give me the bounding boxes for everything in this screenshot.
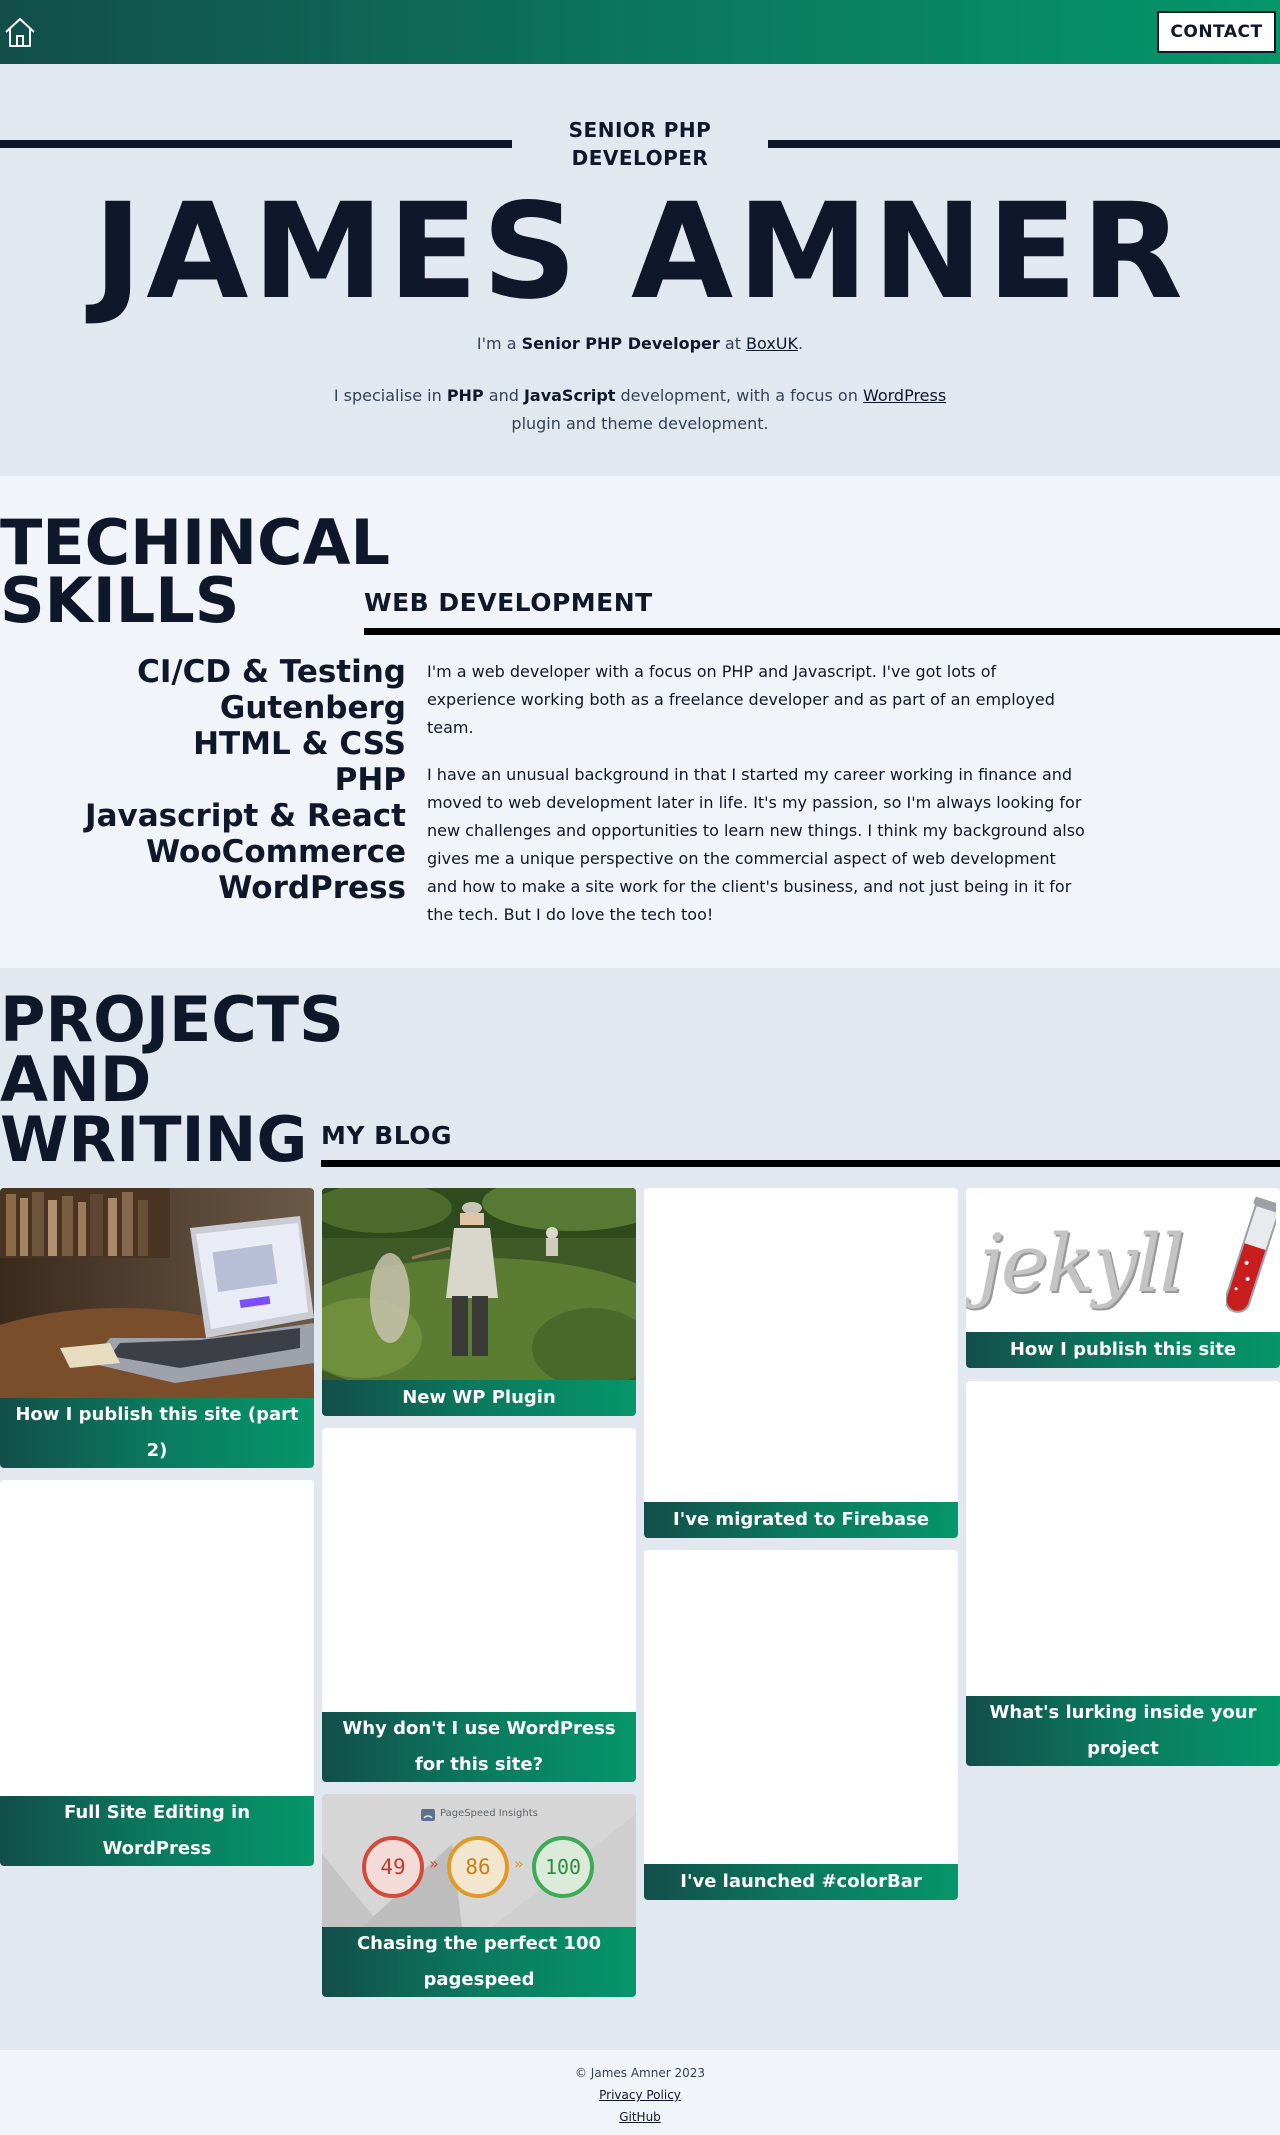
- spec-text: and: [483, 386, 524, 405]
- spec-php: PHP: [446, 386, 484, 405]
- pagespeed-logo-icon: [421, 1809, 435, 1821]
- pagespeed-image: PageSpeed Insights 49 » 86 » 100: [322, 1794, 636, 1927]
- blog-card-title: How I publish this site: [966, 1332, 1280, 1368]
- description-paragraph: I'm a web developer with a focus on PHP …: [427, 662, 1055, 737]
- bug-catcher-photo: [322, 1188, 636, 1382]
- copyright: © James Amner 2023: [574, 2066, 706, 2080]
- intro-text: at: [719, 334, 747, 353]
- hero-divider-left: [0, 140, 512, 148]
- privacy-policy-link[interactable]: Privacy Policy: [0, 2088, 1280, 2102]
- blog-card[interactable]: How I publish this site (part 2): [0, 1188, 314, 1468]
- jekyll-logo-text: jekyll: [978, 1217, 1185, 1310]
- blog-card-title: Chasing the perfect 100 pagespeed: [322, 1927, 636, 1997]
- skill-item: Javascript & React: [85, 798, 406, 834]
- intro-text: .: [798, 334, 804, 353]
- spec-js: JavaScript: [523, 386, 616, 405]
- web-development-divider: [364, 628, 1280, 635]
- blog-card-title: I've launched #colorBar: [644, 1864, 958, 1900]
- blog-card[interactable]: I've launched #colorBar: [644, 1550, 958, 1900]
- skill-item: Gutenberg: [219, 690, 406, 726]
- projects-title-line: AND: [0, 1043, 152, 1116]
- pagespeed-brand: PageSpeed Insights: [440, 1808, 538, 1819]
- projects-title: PROJECTS AND WRITING: [0, 983, 344, 1176]
- projects-title-line: WRITING: [0, 1103, 308, 1176]
- blog-card[interactable]: Full Site Editing in WordPress: [0, 1480, 314, 1866]
- top-navigation-bar: CONTACT: [0, 0, 1280, 64]
- spec-text: I specialise in: [333, 386, 447, 405]
- blog-card-title: New WP Plugin: [322, 1380, 636, 1416]
- hero-name: JAMES AMNER: [93, 175, 1187, 329]
- projects-section: PROJECTS AND WRITING MY BLOG How I publi…: [0, 968, 1280, 2050]
- skill-list: CI/CD & Testing Gutenberg HTML & CSS PHP…: [85, 654, 406, 906]
- web-development-description: I'm a web developer with a focus on PHP …: [427, 658, 1087, 948]
- blog-card-title: How I publish this site (part 2): [0, 1398, 314, 1468]
- blog-card-title: Full Site Editing in WordPress: [0, 1796, 314, 1866]
- score-average-value: 86: [465, 1855, 491, 1879]
- my-blog-divider: [321, 1160, 1280, 1167]
- blog-card[interactable]: jekyll How I publish this site: [966, 1188, 1280, 1368]
- score-poor-value: 49: [380, 1855, 406, 1879]
- skill-item: CI/CD & Testing: [137, 654, 406, 690]
- skill-item: WooCommerce: [145, 834, 406, 870]
- hero-specialism: I specialise in PHP and JavaScript devel…: [320, 382, 960, 438]
- home-button[interactable]: [2, 14, 38, 50]
- skill-item: WordPress: [218, 870, 406, 906]
- score-arrow-icon: »: [514, 1854, 524, 1873]
- hero-divider-right: [768, 140, 1280, 148]
- contact-button[interactable]: CONTACT: [1157, 11, 1276, 53]
- blog-card[interactable]: I've migrated to Firebase: [644, 1188, 958, 1538]
- github-link[interactable]: GitHub: [0, 2110, 1280, 2124]
- technical-skills-section: TECHINCAL SKILLS WEB DEVELOPMENT CI/CD &…: [0, 476, 1280, 968]
- score-good-value: 100: [544, 1855, 582, 1879]
- footer: © James Amner 2023 Privacy Policy GitHub: [0, 2050, 1280, 2135]
- skills-title-line: SKILLS: [0, 564, 240, 637]
- test-tube-icon: [1226, 1196, 1276, 1313]
- projects-title-line: PROJECTS: [0, 983, 344, 1056]
- blog-card[interactable]: New WP Plugin: [322, 1188, 636, 1416]
- laptop-photo: [0, 1188, 314, 1398]
- hero-section: SENIOR PHP DEVELOPER JAMES AMNER I'm a S…: [0, 64, 1280, 476]
- blog-card[interactable]: What's lurking inside your project: [966, 1381, 1280, 1766]
- score-poor: 49: [362, 1836, 424, 1898]
- score-good: 100: [532, 1836, 594, 1898]
- blog-card[interactable]: Why don't I use WordPress for this site?: [322, 1428, 636, 1782]
- skill-item: HTML & CSS: [193, 726, 406, 762]
- blog-card-title: Why don't I use WordPress for this site?: [322, 1712, 636, 1782]
- jekyll-image: jekyll: [966, 1188, 1280, 1332]
- hero-intro: I'm a Senior PHP Developer at BoxUK.: [0, 334, 1280, 353]
- web-development-heading: WEB DEVELOPMENT: [364, 588, 653, 617]
- score-average: 86: [447, 1836, 509, 1898]
- boxuk-link[interactable]: BoxUK: [746, 334, 798, 353]
- spec-text: plugin and theme development.: [511, 414, 769, 433]
- intro-role: Senior PHP Developer: [521, 334, 720, 353]
- home-icon: [5, 18, 35, 47]
- spec-text: development, with a focus on: [615, 386, 863, 405]
- description-paragraph: I have an unusual background in that I s…: [427, 765, 1085, 924]
- hero-role-title: SENIOR PHP DEVELOPER: [568, 118, 712, 170]
- score-arrow-icon: »: [429, 1854, 439, 1873]
- skills-title: TECHINCAL SKILLS: [0, 512, 390, 637]
- skill-item: PHP: [334, 762, 406, 798]
- blog-card-title: I've migrated to Firebase: [644, 1502, 958, 1538]
- blog-card-title: What's lurking inside your project: [966, 1696, 1280, 1766]
- intro-text: I'm a: [476, 334, 522, 353]
- my-blog-heading: MY BLOG: [321, 1121, 453, 1150]
- wordpress-link[interactable]: WordPress: [863, 386, 946, 405]
- blog-card[interactable]: PageSpeed Insights 49 » 86 » 100 Chasing…: [322, 1794, 636, 1997]
